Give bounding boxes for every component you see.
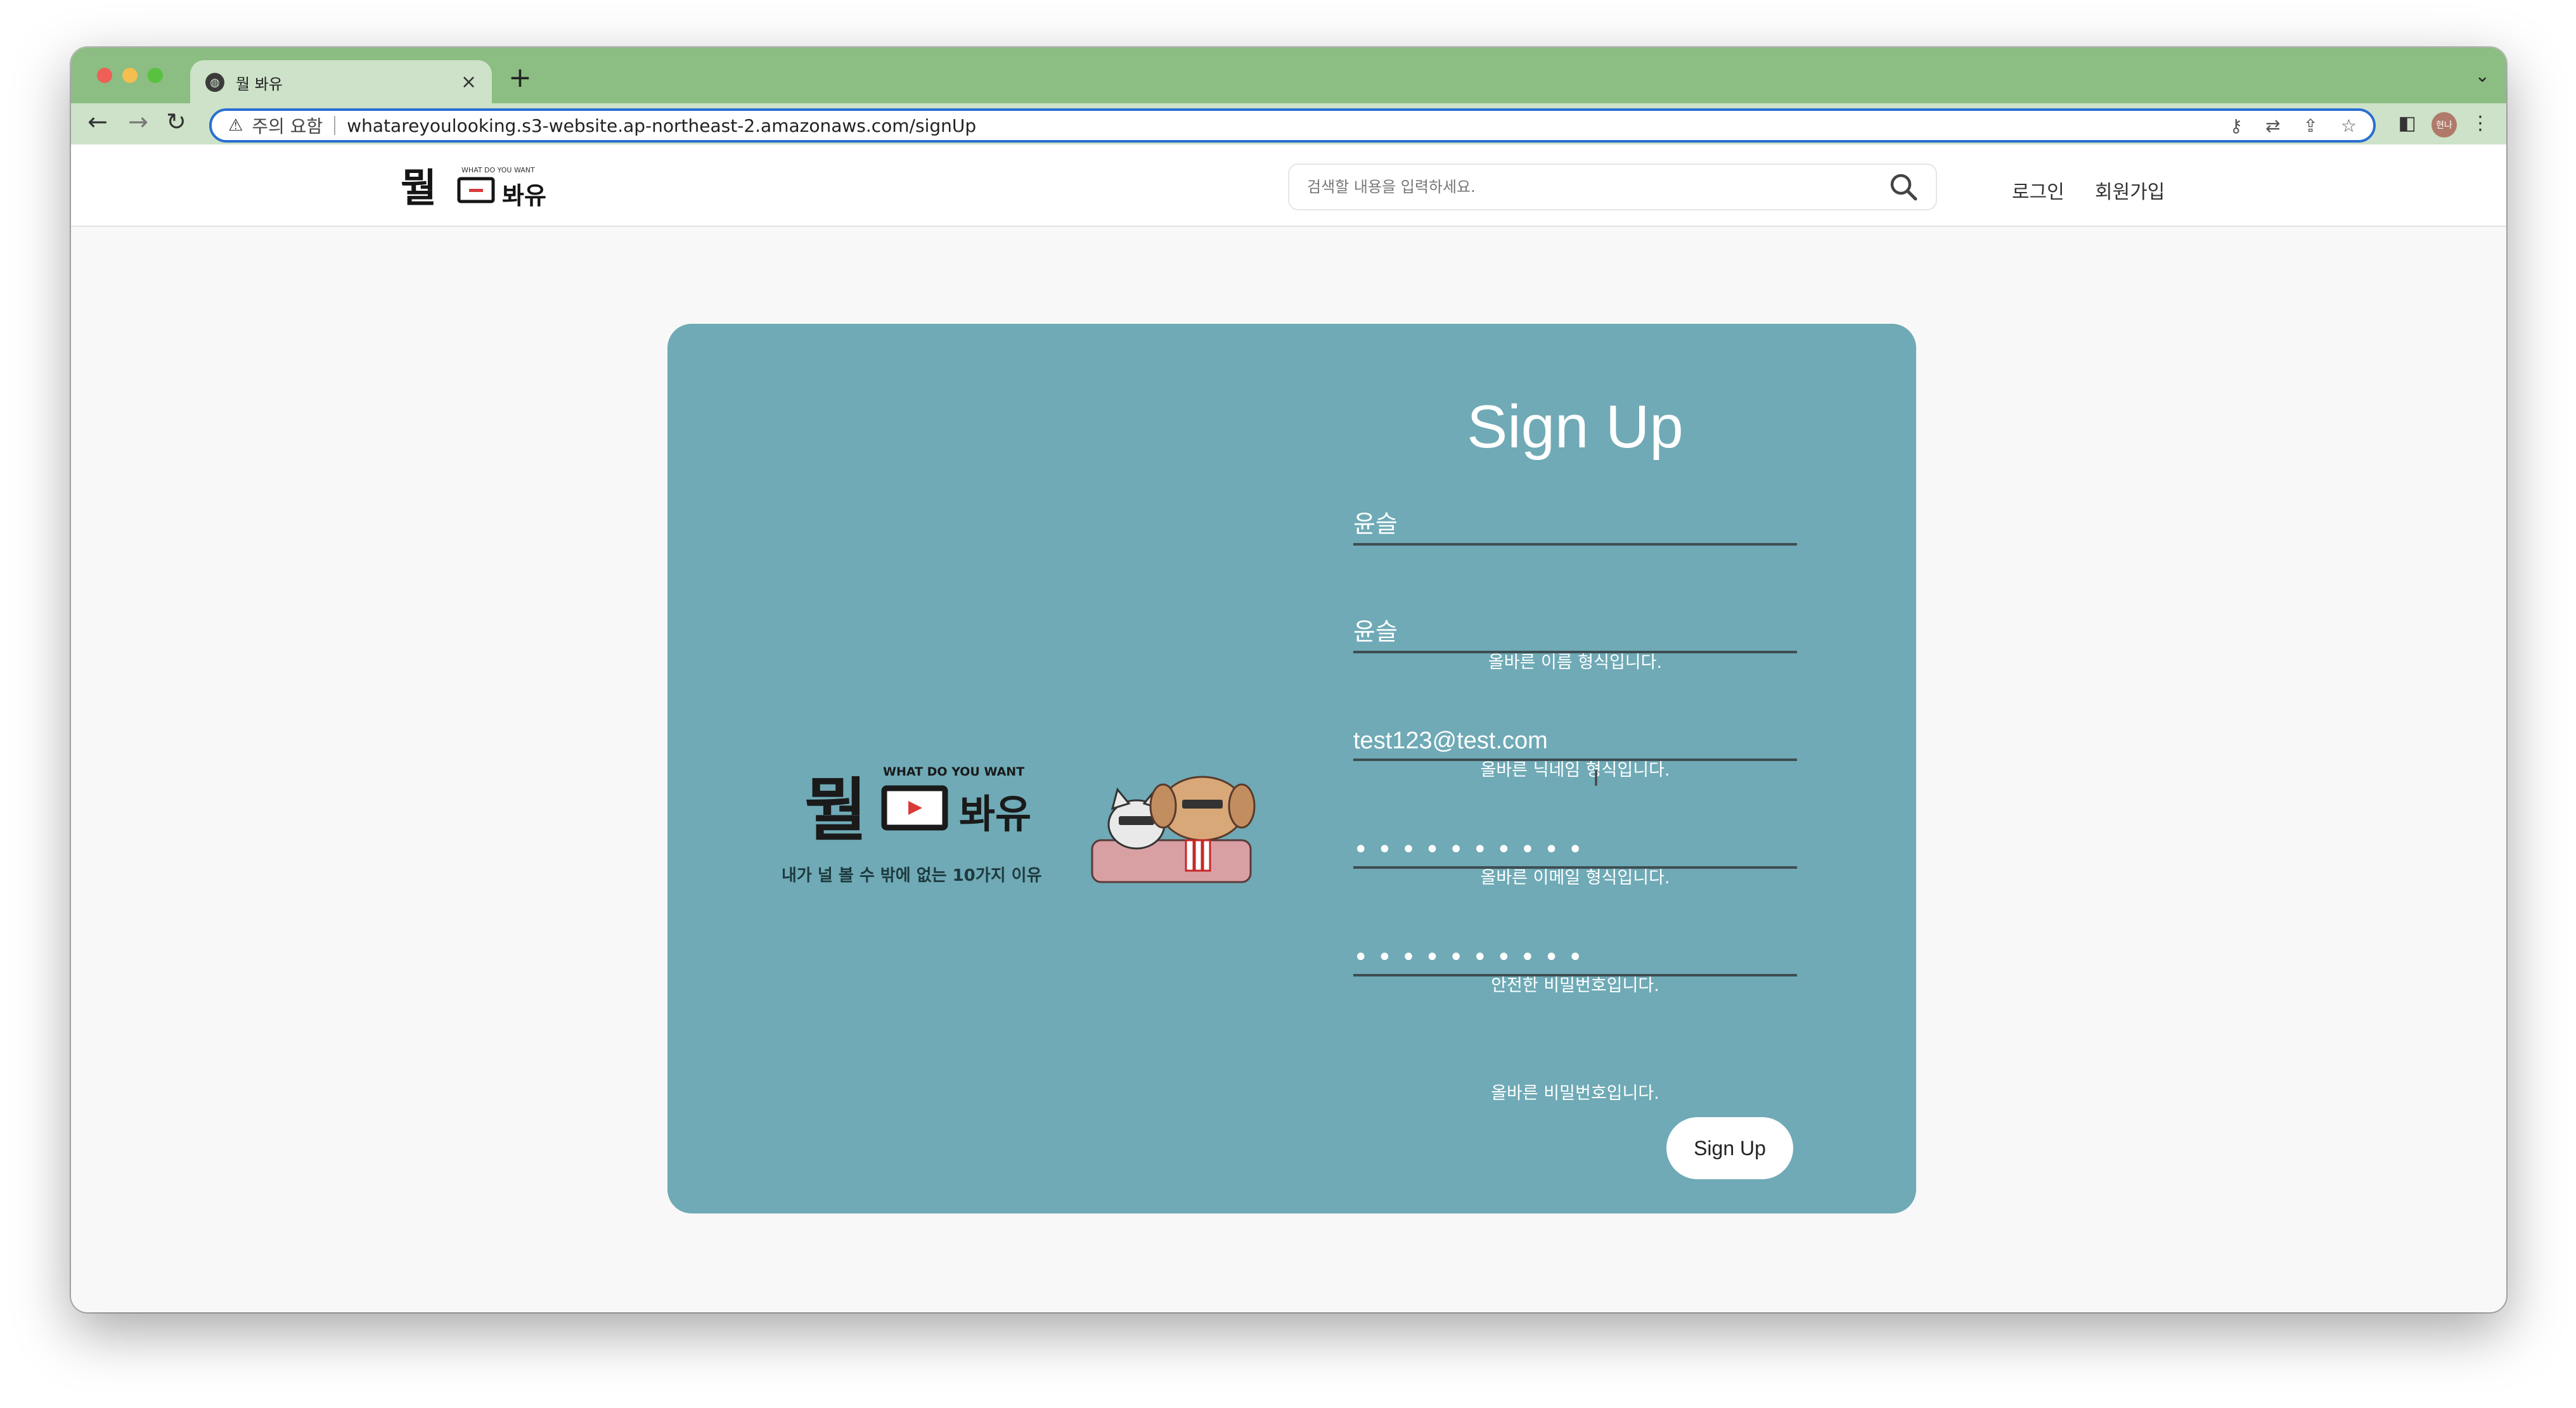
tab-strip: ◍ 뭘 봐유 × + ⌄ bbox=[71, 48, 2506, 105]
search-icon[interactable] bbox=[1889, 172, 1918, 202]
logo-main-text: 뭘 bbox=[401, 165, 437, 211]
star-icon[interactable]: ☆ bbox=[2341, 115, 2357, 136]
search-bar[interactable] bbox=[1288, 163, 1937, 210]
dog-glasses bbox=[1182, 800, 1223, 809]
hero-logo-main: 뭘 bbox=[804, 771, 867, 850]
forward-arrow-icon[interactable]: → bbox=[128, 110, 148, 134]
signup-submit-button[interactable]: Sign Up bbox=[1666, 1117, 1793, 1179]
site-logo[interactable]: 뭘 WHAT DO YOU WANT 봐유 bbox=[401, 157, 559, 218]
browser-toolbar: ← → ↻ ⚠ 주의 요함 whatareyoulooking.s3-websi… bbox=[71, 103, 2506, 144]
password-value[interactable]: •••••••••• bbox=[1353, 837, 1592, 862]
email-field[interactable]: test123@test.com bbox=[1353, 723, 1797, 761]
tab-title: 뭘 봐유 bbox=[236, 75, 283, 93]
new-tab-button[interactable]: + bbox=[508, 64, 532, 92]
warning-icon[interactable]: ⚠ bbox=[228, 116, 243, 135]
logo-arc-text: WHAT DO YOU WANT bbox=[461, 166, 535, 174]
dog-ear-right bbox=[1228, 783, 1256, 829]
chevron-down-icon[interactable]: ⌄ bbox=[2475, 65, 2490, 86]
security-warning-label[interactable]: 주의 요함 bbox=[252, 113, 323, 138]
signup-card: 뭘 WHAT DO YOU WANT 봐유 내가 널 볼 수 밖에 없는 10가… bbox=[667, 324, 1916, 1213]
tab-close-icon[interactable]: × bbox=[461, 73, 477, 92]
popcorn-icon bbox=[1185, 839, 1211, 872]
translate-icon[interactable]: ⇄ bbox=[2265, 115, 2280, 136]
share-icon[interactable]: ⇪ bbox=[2303, 115, 2317, 136]
name-value[interactable]: 윤슬 bbox=[1353, 504, 1398, 539]
address-bar[interactable]: ⚠ 주의 요함 whatareyoulooking.s3-website.ap-… bbox=[209, 108, 2376, 143]
key-icon[interactable]: ⚷ bbox=[2229, 115, 2243, 136]
signup-link[interactable]: 회원가입 bbox=[2095, 176, 2165, 204]
form-title: Sign Up bbox=[1467, 393, 1684, 461]
hero-tagline: 내가 널 볼 수 밖에 없는 10가지 이유 bbox=[782, 866, 1042, 885]
password-confirm-hint: 올바른 비밀번호입니다. bbox=[1491, 1084, 1659, 1103]
text-cursor-icon: I bbox=[1593, 766, 1600, 791]
logo-sub-text: 봐유 bbox=[502, 182, 546, 210]
back-arrow-icon[interactable]: ← bbox=[87, 110, 108, 134]
search-input[interactable] bbox=[1307, 178, 1889, 196]
sidebar-toggle-icon[interactable]: ◧ bbox=[2399, 112, 2416, 134]
dog-ear-left bbox=[1149, 783, 1177, 829]
hero-illustration: 뭘 WHAT DO YOU WANT 봐유 내가 널 볼 수 밖에 없는 10가… bbox=[782, 765, 1256, 885]
url-text[interactable]: whatareyoulooking.s3-website.ap-northeas… bbox=[347, 115, 2206, 136]
password-field[interactable]: •••••••••• bbox=[1353, 831, 1797, 869]
reload-icon[interactable]: ↻ bbox=[166, 110, 186, 134]
email-value[interactable]: test123@test.com bbox=[1353, 727, 1548, 755]
globe-icon: ◍ bbox=[205, 73, 224, 92]
avatar[interactable]: 현나 bbox=[2431, 112, 2457, 138]
browser-window: ◍ 뭘 봐유 × + ⌄ ← → ↻ ⚠ 주의 요함 whatareyouloo… bbox=[71, 48, 2506, 1312]
sofa-shape bbox=[1091, 839, 1252, 883]
password-confirm-value[interactable]: •••••••••• bbox=[1353, 945, 1592, 970]
password-confirm-field[interactable]: •••••••••• bbox=[1353, 938, 1797, 976]
name-field[interactable]: 윤슬 bbox=[1353, 508, 1797, 546]
browser-tab[interactable]: ◍ 뭘 봐유 × bbox=[190, 60, 492, 105]
close-window-button[interactable] bbox=[97, 68, 112, 83]
nickname-value[interactable]: 윤슬 bbox=[1353, 612, 1398, 647]
address-divider bbox=[334, 116, 336, 135]
login-link[interactable]: 로그인 bbox=[2012, 176, 2064, 204]
logo-tv-play-icon bbox=[469, 189, 483, 192]
site-header: 뭘 WHAT DO YOU WANT 봐유 로그인 회원가입 bbox=[71, 144, 2506, 227]
minimize-window-button[interactable] bbox=[122, 68, 138, 83]
maximize-window-button[interactable] bbox=[148, 68, 163, 83]
hero-logo-sub: 봐유 bbox=[959, 791, 1031, 837]
nickname-field[interactable]: 윤슬 bbox=[1353, 615, 1797, 653]
hero-logo-arc-text: WHAT DO YOU WANT bbox=[883, 765, 1024, 779]
cat-glasses bbox=[1119, 816, 1154, 825]
more-menu-icon[interactable]: ⋮ bbox=[2471, 112, 2490, 134]
